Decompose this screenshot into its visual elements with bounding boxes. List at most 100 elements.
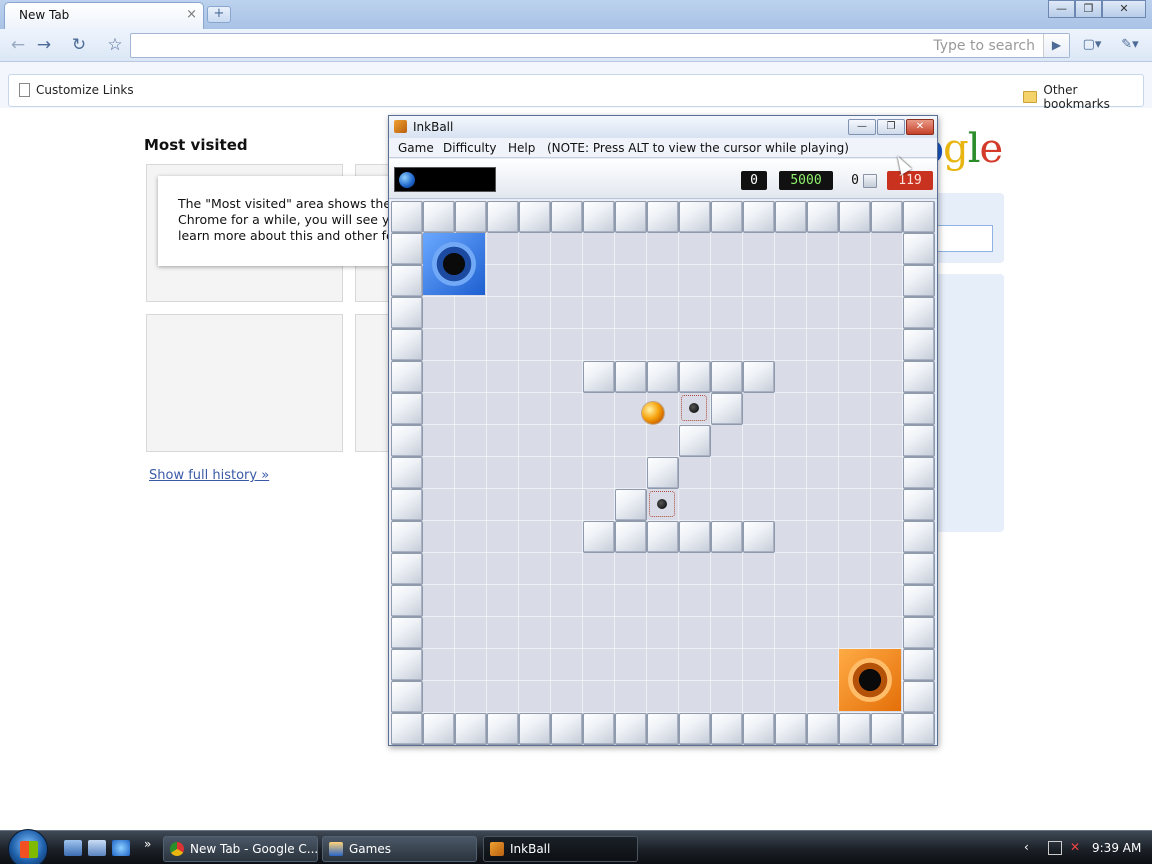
task-inkball[interactable]: InkBall [483,836,638,862]
blocks-count: 0 [851,173,859,188]
wall-block [902,584,935,617]
show-full-history-link[interactable]: Show full history » [149,468,269,483]
task-games[interactable]: Games [322,836,477,862]
network-icon[interactable] [1048,841,1062,855]
game-board[interactable] [390,200,935,745]
wall-block [390,552,423,585]
folder-icon [1023,91,1038,103]
go-icon[interactable]: ▶ [1043,34,1069,57]
browser-toolbar: ← → ↻ ☆ Type to search ▶ ▢▾ ✎▾ [0,29,1152,62]
wall-block [390,232,423,265]
wall-block [902,712,935,745]
menu-help[interactable]: Help [508,141,535,155]
wall-block [710,200,743,233]
volume-muted-icon[interactable]: ✕ [1070,840,1080,854]
wall-block [646,200,679,233]
wall-block [902,392,935,425]
bonus-display: 5000 [779,171,833,190]
side-panel [935,274,1004,532]
games-icon [329,842,343,856]
inkball-window-controls: — ❐ ✕ [848,119,934,135]
wall-block [742,520,775,553]
page-menu-icon[interactable]: ▢▾ [1076,34,1108,56]
tray-expand-icon[interactable]: ‹ [1024,840,1029,854]
wall-block [422,200,455,233]
blue-hole-ring [432,242,476,286]
switch-windows-icon[interactable] [88,840,106,856]
forward-icon[interactable]: → [32,34,56,56]
menu-game[interactable]: Game [398,141,434,155]
block-icon [863,174,877,188]
tab-title: New Tab [19,8,70,22]
wall-block [870,200,903,233]
inkball-status-bar: 0 5000 0 119 [389,159,937,199]
wall-block [390,456,423,489]
gray-hole [647,489,677,519]
wall-block [902,488,935,521]
wrench-menu-icon[interactable]: ✎▾ [1114,34,1146,56]
quicklaunch-overflow-icon[interactable]: » [144,837,151,851]
wall-block [390,328,423,361]
wall-block [518,712,551,745]
task-chrome[interactable]: New Tab - Google C... [163,836,318,862]
inkball-app-icon [394,120,407,133]
inkball-minimize-button[interactable]: — [848,119,876,135]
bookmark-star-icon[interactable]: ☆ [103,34,127,56]
wall-block [486,200,519,233]
reload-icon[interactable]: ↻ [67,34,91,56]
wall-block [518,200,551,233]
wall-block [838,712,871,745]
back-icon[interactable]: ← [6,34,30,56]
bookmark-other-bookmarks[interactable]: Other bookmarks [1023,83,1143,111]
wall-block [390,424,423,457]
show-desktop-icon[interactable] [64,840,82,856]
wall-block [902,328,935,361]
wall-block [646,456,679,489]
new-tab-button[interactable]: + [207,6,231,23]
start-button[interactable] [8,829,48,864]
queued-ball [399,172,415,188]
omnibox[interactable]: Type to search ▶ [130,33,1070,58]
menu-difficulty[interactable]: Difficulty [443,141,497,155]
wall-block [646,712,679,745]
inkball-menubar: Game Difficulty Help (NOTE: Press ALT to… [389,138,937,158]
wall-block [390,200,423,233]
wall-block [614,360,647,393]
wall-block [902,520,935,553]
wall-block [614,200,647,233]
wall-block [582,520,615,553]
wall-block [902,264,935,297]
tab-new-tab[interactable]: New Tab × [4,2,204,29]
minimize-button[interactable]: — [1048,0,1075,18]
wall-block [742,360,775,393]
wall-block [390,648,423,681]
blue-goal-hole [423,233,485,295]
wall-block [902,424,935,457]
internet-explorer-icon[interactable] [112,840,130,856]
wall-block [710,360,743,393]
bookmark-customize-links[interactable]: Customize Links [19,83,134,97]
wall-block [774,712,807,745]
wall-block [902,680,935,713]
ball-queue [394,167,496,192]
taskbar: » New Tab - Google C... Games InkBall ‹ … [0,829,1152,864]
search-box[interactable] [935,225,993,252]
clock[interactable]: 9:39 AM [1092,841,1141,855]
wall-block [390,488,423,521]
thumbnail-slot[interactable] [146,314,343,452]
tab-close-icon[interactable]: × [186,7,197,22]
inkball-maximize-button[interactable]: ❐ [877,119,905,135]
inkball-titlebar[interactable]: InkBall — ❐ ✕ [389,116,937,138]
wall-block [902,456,935,489]
wall-block [678,424,711,457]
wall-block [390,392,423,425]
wall-block [390,264,423,297]
maximize-button[interactable]: ❐ [1075,0,1102,18]
task-label: New Tab - Google C... [190,842,318,856]
timer-display: 119 [887,171,933,190]
wall-block [806,200,839,233]
wall-block [390,712,423,745]
info-line: learn more about this and other featu [178,228,415,243]
inkball-close-button[interactable]: ✕ [906,119,934,135]
close-button[interactable]: ✕ [1102,0,1146,18]
